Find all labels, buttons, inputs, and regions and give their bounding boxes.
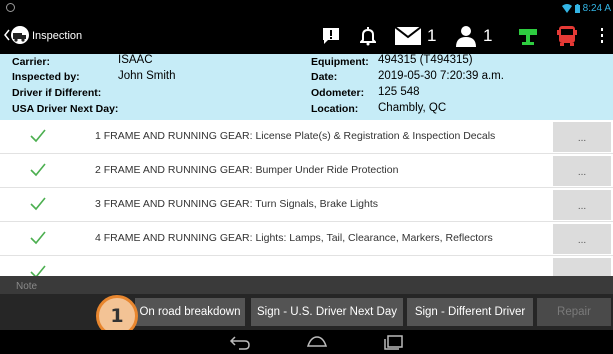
location-label: Location: [311,103,359,115]
driver-if-different-label: Driver if Different: [12,87,102,99]
usa-driver-next-day-label: USA Driver Next Day: [12,103,119,115]
sign-us-driver-next-day-button[interactable]: Sign - U.S. Driver Next Day [251,298,403,326]
overflow-menu-icon [601,28,603,43]
truck-button[interactable] [556,22,578,50]
equipment-value: 494315 (T494315) [378,54,473,66]
item-more-button[interactable]: ... [553,190,611,220]
wifi-icon [561,4,572,13]
item-more-button[interactable]: ... [553,224,611,254]
alert-icon [323,28,339,44]
check-icon [30,163,46,177]
date-label: Date: [311,71,338,83]
item-more-button[interactable]: ... [553,156,611,186]
system-nav-bar [0,330,613,354]
check-icon [30,129,46,143]
date-value: 2019-05-30 7:20:39 a.m. [378,70,504,82]
battery-icon [574,4,580,13]
hookup-icon [519,29,537,45]
app-logo-icon [11,26,29,44]
action-buttons-bar: On road breakdown Sign - U.S. Driver Nex… [0,294,613,330]
location-value: Chambly, QC [378,102,447,114]
notification-icon [6,3,15,12]
on-road-breakdown-button[interactable]: On road breakdown [135,298,245,326]
alert-button[interactable] [322,22,340,50]
page-title: Inspection [32,30,83,42]
users-button[interactable]: 1 [455,22,492,50]
list-item[interactable]: 4 FRAME AND RUNNING GEAR: Lights: Lamps,… [0,222,613,256]
item-text: 1 FRAME AND RUNNING GEAR: License Plate(… [95,130,496,142]
item-text: 2 FRAME AND RUNNING GEAR: Bumper Under R… [95,164,399,176]
users-count: 1 [483,26,493,45]
bell-icon [360,27,376,46]
bell-button[interactable] [360,22,376,50]
hookup-button[interactable] [518,22,538,50]
action-bar: Inspection 1 1 [0,18,613,54]
check-icon [30,265,46,276]
status-bar: 8:24 A [0,0,613,18]
home-icon[interactable] [305,334,329,350]
app-home-button[interactable] [4,25,30,45]
list-item[interactable]: 1 FRAME AND RUNNING GEAR: License Plate(… [0,120,613,154]
list-item[interactable]: 3 FRAME AND RUNNING GEAR: Turn Signals, … [0,188,613,222]
list-item-partial[interactable] [0,256,613,276]
inspection-info-panel: Carrier: ISAAC Inspected by: John Smith … [0,54,613,120]
truck-icon [557,26,577,46]
overflow-menu-button[interactable] [600,22,604,50]
inspection-item-list[interactable]: 1 FRAME AND RUNNING GEAR: License Plate(… [0,120,613,276]
odometer-label: Odometer: [311,87,365,99]
clock: 8:24 A [582,3,611,14]
equipment-label: Equipment: [311,56,369,68]
list-item[interactable]: 2 FRAME AND RUNNING GEAR: Bumper Under R… [0,154,613,188]
repair-button[interactable]: Repair [537,298,611,326]
item-more-button[interactable]: ... [553,122,611,152]
recent-apps-icon[interactable] [383,334,405,350]
inspected-by-value: John Smith [118,70,176,82]
messages-button[interactable]: 1 [395,22,436,50]
carrier-label: Carrier: [12,56,50,68]
check-icon [30,231,46,245]
user-icon [456,26,476,47]
back-icon[interactable] [229,334,251,350]
odometer-value: 125 548 [378,86,420,98]
sign-different-driver-button[interactable]: Sign - Different Driver [407,298,533,326]
item-text: 4 FRAME AND RUNNING GEAR: Lights: Lamps,… [95,232,493,244]
note-field[interactable]: Note [0,276,613,294]
inspected-by-label: Inspected by: [12,71,80,83]
carrier-value: ISAAC [118,54,153,66]
mail-icon [395,27,421,45]
messages-count: 1 [427,26,437,45]
item-text: 3 FRAME AND RUNNING GEAR: Turn Signals, … [95,198,379,210]
status-right: 8:24 A [561,3,611,14]
item-more-button[interactable] [553,258,611,276]
check-icon [30,197,46,211]
